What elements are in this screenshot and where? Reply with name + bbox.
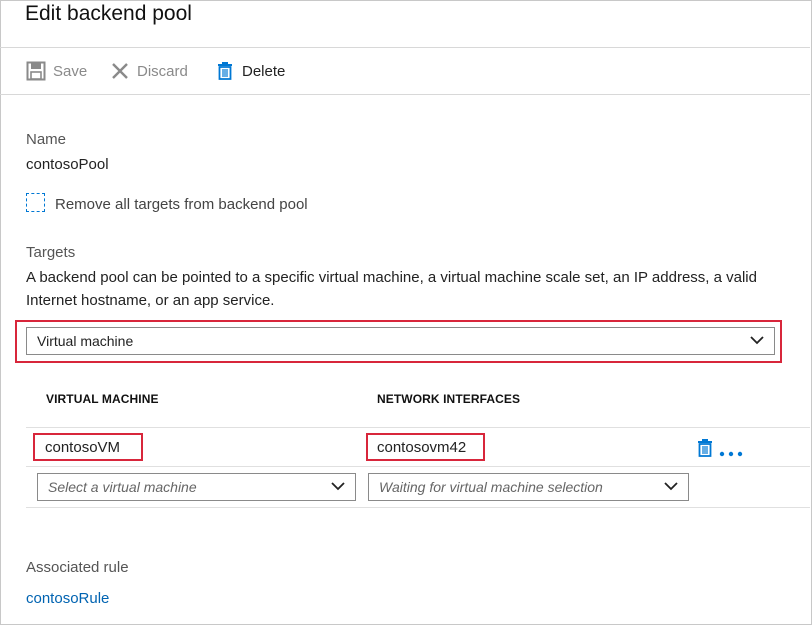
row-divider — [26, 466, 810, 467]
associated-rule-link[interactable]: contosoRule — [26, 590, 109, 607]
delete-button[interactable]: Delete — [214, 48, 285, 94]
name-value: contosoPool — [26, 156, 109, 173]
targets-label: Targets — [26, 244, 76, 261]
row-divider — [26, 507, 810, 508]
targets-description: A backend pool can be pointed to a speci… — [26, 269, 757, 309]
page-title: Edit backend pool — [25, 2, 192, 25]
select-virtual-machine-dropdown[interactable]: Select a virtual machine — [37, 473, 356, 501]
column-header-virtual-machine: VIRTUAL MACHINE — [46, 392, 159, 406]
target-type-dropdown[interactable]: Virtual machine — [26, 327, 775, 355]
command-bar: Save Discard Delete — [0, 48, 810, 95]
name-label: Name — [26, 131, 67, 148]
target-type-selected: Virtual machine — [37, 333, 134, 349]
more-options-icon[interactable] — [719, 444, 743, 457]
close-icon — [109, 60, 131, 82]
blade-header: Edit backend pool — [0, 0, 810, 48]
save-button[interactable]: Save — [25, 48, 87, 94]
select-network-interface-dropdown[interactable]: Waiting for virtual machine selection — [368, 473, 689, 501]
row-divider — [26, 427, 810, 428]
nic-name-cell: contosovm42 — [377, 439, 467, 456]
associated-rule-label: Associated rule — [26, 559, 129, 576]
remove-all-checkbox[interactable] — [26, 193, 45, 212]
save-label: Save — [53, 62, 88, 80]
vm-select-placeholder: Select a virtual machine — [48, 479, 197, 495]
trash-icon — [214, 60, 236, 82]
discard-label: Discard — [137, 62, 188, 80]
nic-select-placeholder: Waiting for virtual machine selection — [379, 479, 603, 495]
delete-row-icon[interactable] — [697, 439, 713, 457]
remove-all-label: Remove all targets from backend pool — [55, 196, 308, 213]
discard-button[interactable]: Discard — [109, 48, 188, 94]
chevron-down-icon — [750, 336, 764, 345]
column-header-network-interfaces: NETWORK INTERFACES — [377, 392, 521, 406]
vm-name-cell: contosoVM — [45, 439, 121, 456]
chevron-down-icon — [664, 482, 678, 491]
chevron-down-icon — [331, 482, 345, 491]
delete-label: Delete — [242, 62, 286, 80]
save-icon — [25, 60, 47, 82]
